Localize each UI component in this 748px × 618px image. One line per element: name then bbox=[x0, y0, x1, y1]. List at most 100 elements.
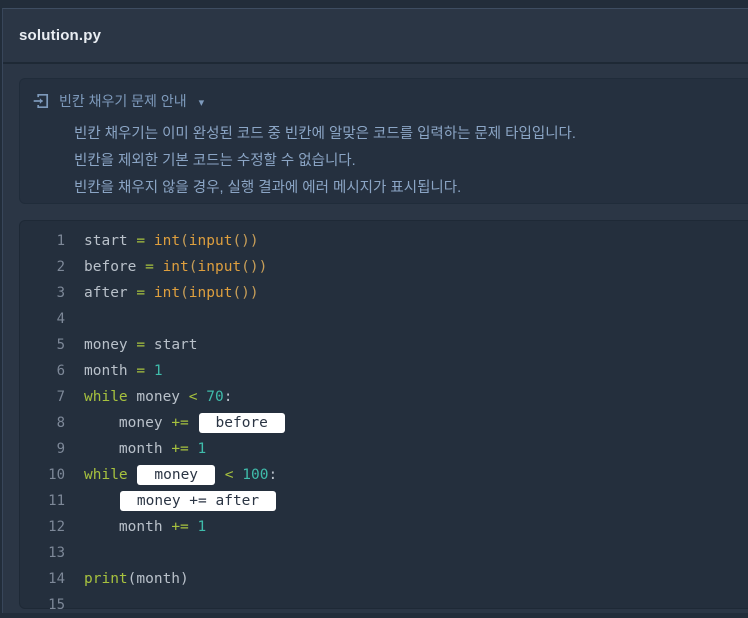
code-text: while money < 70: bbox=[84, 389, 232, 405]
code-line: 7 while money < 70: bbox=[20, 384, 748, 410]
code-token: : bbox=[223, 389, 233, 405]
code-token: += bbox=[171, 441, 189, 457]
code-token: after bbox=[84, 285, 137, 301]
blank-input[interactable]: money += after bbox=[119, 491, 277, 511]
code-line: 8 money += before bbox=[20, 410, 748, 436]
code-token: 70 bbox=[206, 389, 224, 405]
code-token: = bbox=[136, 337, 146, 353]
code-token: = bbox=[145, 259, 154, 275]
code-token: 1 bbox=[153, 363, 163, 379]
line-number: 10 bbox=[48, 467, 65, 483]
code-text: money = start bbox=[84, 337, 198, 353]
code-token: print bbox=[84, 571, 128, 587]
tab-filename[interactable]: solution.py bbox=[19, 27, 101, 44]
chevron-down-icon: ▾ bbox=[198, 96, 205, 109]
blank-input[interactable]: before bbox=[198, 413, 285, 433]
code-text: month += 1 bbox=[84, 441, 206, 457]
line-number: 13 bbox=[48, 545, 65, 561]
code-token: while bbox=[84, 467, 128, 483]
code-token: 1 bbox=[197, 519, 207, 535]
code-token: = bbox=[136, 233, 146, 249]
notice-line: 빈칸을 채우지 않을 경우, 실행 결과에 에러 메시지가 표시됩니다. bbox=[74, 180, 462, 196]
code-text: money += before bbox=[84, 413, 286, 433]
code-line: 12 month += 1 bbox=[20, 514, 748, 540]
code-token: : bbox=[268, 467, 278, 483]
line-number: 14 bbox=[48, 571, 65, 587]
code-line: 2 before = int(input()) bbox=[20, 254, 748, 280]
code-token: < bbox=[188, 389, 198, 405]
code-token: money bbox=[84, 337, 137, 353]
line-number: 7 bbox=[56, 389, 65, 405]
code-token: ( bbox=[180, 285, 189, 301]
line-number: 6 bbox=[56, 363, 65, 379]
code-line: 3 after = int(input()) bbox=[20, 280, 748, 306]
code-token: ( bbox=[180, 233, 189, 249]
line-number: 4 bbox=[56, 311, 65, 327]
code-token: while bbox=[84, 389, 128, 405]
notice-title: 빈칸 채우기 문제 안내 bbox=[59, 93, 187, 109]
code-token: += bbox=[171, 415, 189, 431]
code-token: int bbox=[153, 233, 181, 249]
blank-input[interactable]: money bbox=[137, 465, 216, 485]
line-number: 11 bbox=[48, 493, 65, 509]
code-text: before = int(input()) bbox=[84, 259, 267, 275]
line-number: 12 bbox=[48, 519, 65, 535]
code-token: < bbox=[224, 467, 234, 483]
code-token: ()) bbox=[232, 285, 259, 301]
blank-fill-notice-panel: 빈칸 채우기 문제 안내 ▾ 빈칸 채우기는 이미 완성된 코드 중 빈칸에 알… bbox=[19, 78, 748, 204]
notice-body: 빈칸 채우기는 이미 완성된 코드 중 빈칸에 알맞은 코드를 입력하는 문제 … bbox=[74, 121, 748, 202]
code-token: ()) bbox=[241, 259, 268, 275]
code-text: after = int(input()) bbox=[84, 285, 259, 301]
code-editor[interactable]: 1 start = int(input()) 2 before = int(input… bbox=[19, 220, 748, 613]
code-text: print(month) bbox=[84, 571, 189, 587]
code-token: money bbox=[127, 389, 189, 405]
line-number: 5 bbox=[56, 337, 65, 353]
code-token: month bbox=[84, 441, 172, 457]
code-token: start bbox=[145, 337, 198, 353]
line-number: 15 bbox=[48, 597, 65, 613]
code-token: input bbox=[188, 233, 233, 249]
line-number: 9 bbox=[56, 441, 65, 457]
line-number: 8 bbox=[56, 415, 65, 431]
code-line: 5 money = start bbox=[20, 332, 748, 358]
code-line: 10 while money < 100: bbox=[20, 462, 748, 488]
code-token: before bbox=[84, 259, 146, 275]
code-token: start bbox=[84, 233, 137, 249]
tab-bar-divider bbox=[3, 62, 748, 64]
code-text: month = 1 bbox=[84, 363, 163, 379]
code-token: money bbox=[84, 415, 172, 431]
code-line: 9 month += 1 bbox=[20, 436, 748, 462]
notice-line: 빈칸 채우기는 이미 완성된 코드 중 빈칸에 알맞은 코드를 입력하는 문제 … bbox=[74, 126, 576, 142]
code-line: 13 bbox=[20, 540, 748, 566]
code-token: month bbox=[84, 363, 137, 379]
code-token: (month) bbox=[127, 571, 189, 587]
code-token: 100 bbox=[242, 467, 269, 483]
code-token: input bbox=[188, 285, 233, 301]
code-token: ( bbox=[188, 259, 198, 275]
line-number: 3 bbox=[56, 285, 65, 301]
code-line: 14 print(month) bbox=[20, 566, 748, 592]
code-token: input bbox=[197, 259, 242, 275]
code-token: int bbox=[162, 259, 189, 275]
code-text: while money < 100: bbox=[84, 465, 277, 485]
code-line: 6 month = 1 bbox=[20, 358, 748, 384]
code-token: month bbox=[84, 519, 172, 535]
code-token: += bbox=[171, 519, 189, 535]
line-number: 1 bbox=[56, 233, 65, 249]
box-arrow-in-right-icon bbox=[32, 92, 50, 110]
line-number: 2 bbox=[56, 259, 65, 275]
code-line: 11 money += after bbox=[20, 488, 748, 514]
code-token: = bbox=[136, 363, 146, 379]
code-token: 1 bbox=[197, 441, 207, 457]
notice-header-toggle[interactable]: 빈칸 채우기 문제 안내 ▾ bbox=[20, 79, 748, 111]
